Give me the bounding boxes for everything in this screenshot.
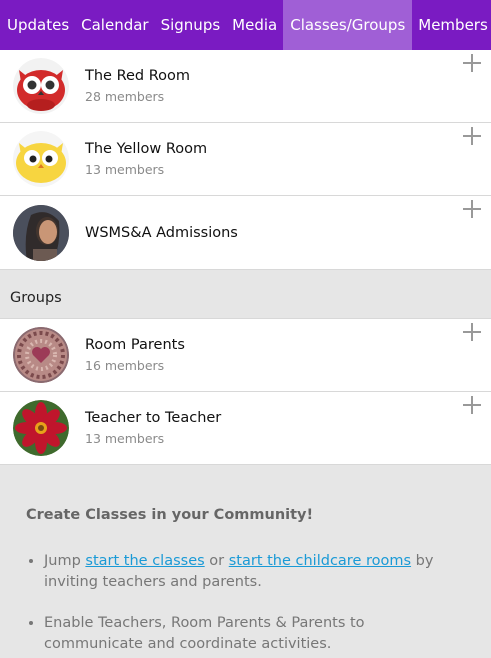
- class-row-yellow-room[interactable]: The Yellow Room 13 members: [0, 123, 491, 196]
- class-row-admissions[interactable]: WSMS&A Admissions: [0, 196, 491, 270]
- groups-header: Groups: [0, 290, 491, 319]
- class-row-red-room[interactable]: The Red Room 28 members: [0, 50, 491, 123]
- class-name[interactable]: WSMS&A Admissions: [85, 225, 238, 241]
- red-owl-icon: [13, 58, 69, 114]
- yellow-owl-icon: [13, 131, 69, 187]
- groups-title: Groups: [10, 290, 62, 306]
- add-icon[interactable]: [463, 54, 481, 72]
- red-flower-photo: [13, 400, 69, 456]
- add-icon[interactable]: [463, 127, 481, 145]
- tab-classes-groups[interactable]: Classes/Groups: [283, 0, 413, 50]
- member-count: 13 members: [85, 162, 165, 177]
- group-row-room-parents[interactable]: Room Parents 16 members: [0, 319, 491, 392]
- tab-calendar[interactable]: Calendar: [75, 0, 154, 50]
- member-count: 28 members: [85, 89, 165, 104]
- create-classes-info: Create Classes in your Community! Jump s…: [0, 465, 491, 655]
- class-name[interactable]: The Yellow Room: [85, 141, 207, 157]
- tab-signups[interactable]: Signups: [155, 0, 227, 50]
- info-heading: Create Classes in your Community!: [26, 507, 314, 523]
- add-icon[interactable]: [463, 396, 481, 414]
- heart-pattern-photo: [13, 327, 69, 383]
- start-classes-link[interactable]: start the classes: [85, 553, 204, 569]
- member-count: 16 members: [85, 358, 165, 373]
- info-bullet: Enable Teachers, Room Parents & Parents …: [44, 613, 465, 655]
- top-nav: Updates Calendar Signups Media Classes/G…: [0, 0, 491, 50]
- info-list: Jump start the classes or start the chil…: [26, 551, 465, 655]
- info-bullet: Jump start the classes or start the chil…: [44, 551, 465, 593]
- tab-members[interactable]: Members: [412, 0, 491, 50]
- member-count: 13 members: [85, 431, 165, 446]
- start-childcare-rooms-link[interactable]: start the childcare rooms: [229, 553, 411, 569]
- add-icon[interactable]: [463, 323, 481, 341]
- group-name[interactable]: Room Parents: [85, 337, 185, 353]
- class-name[interactable]: The Red Room: [85, 68, 190, 84]
- tab-media[interactable]: Media: [226, 0, 283, 50]
- group-row-teacher-to-teacher[interactable]: Teacher to Teacher 13 members: [0, 392, 491, 465]
- group-name[interactable]: Teacher to Teacher: [85, 410, 221, 426]
- add-icon[interactable]: [463, 200, 481, 218]
- person-photo: [13, 204, 69, 261]
- tab-updates[interactable]: Updates: [0, 0, 75, 50]
